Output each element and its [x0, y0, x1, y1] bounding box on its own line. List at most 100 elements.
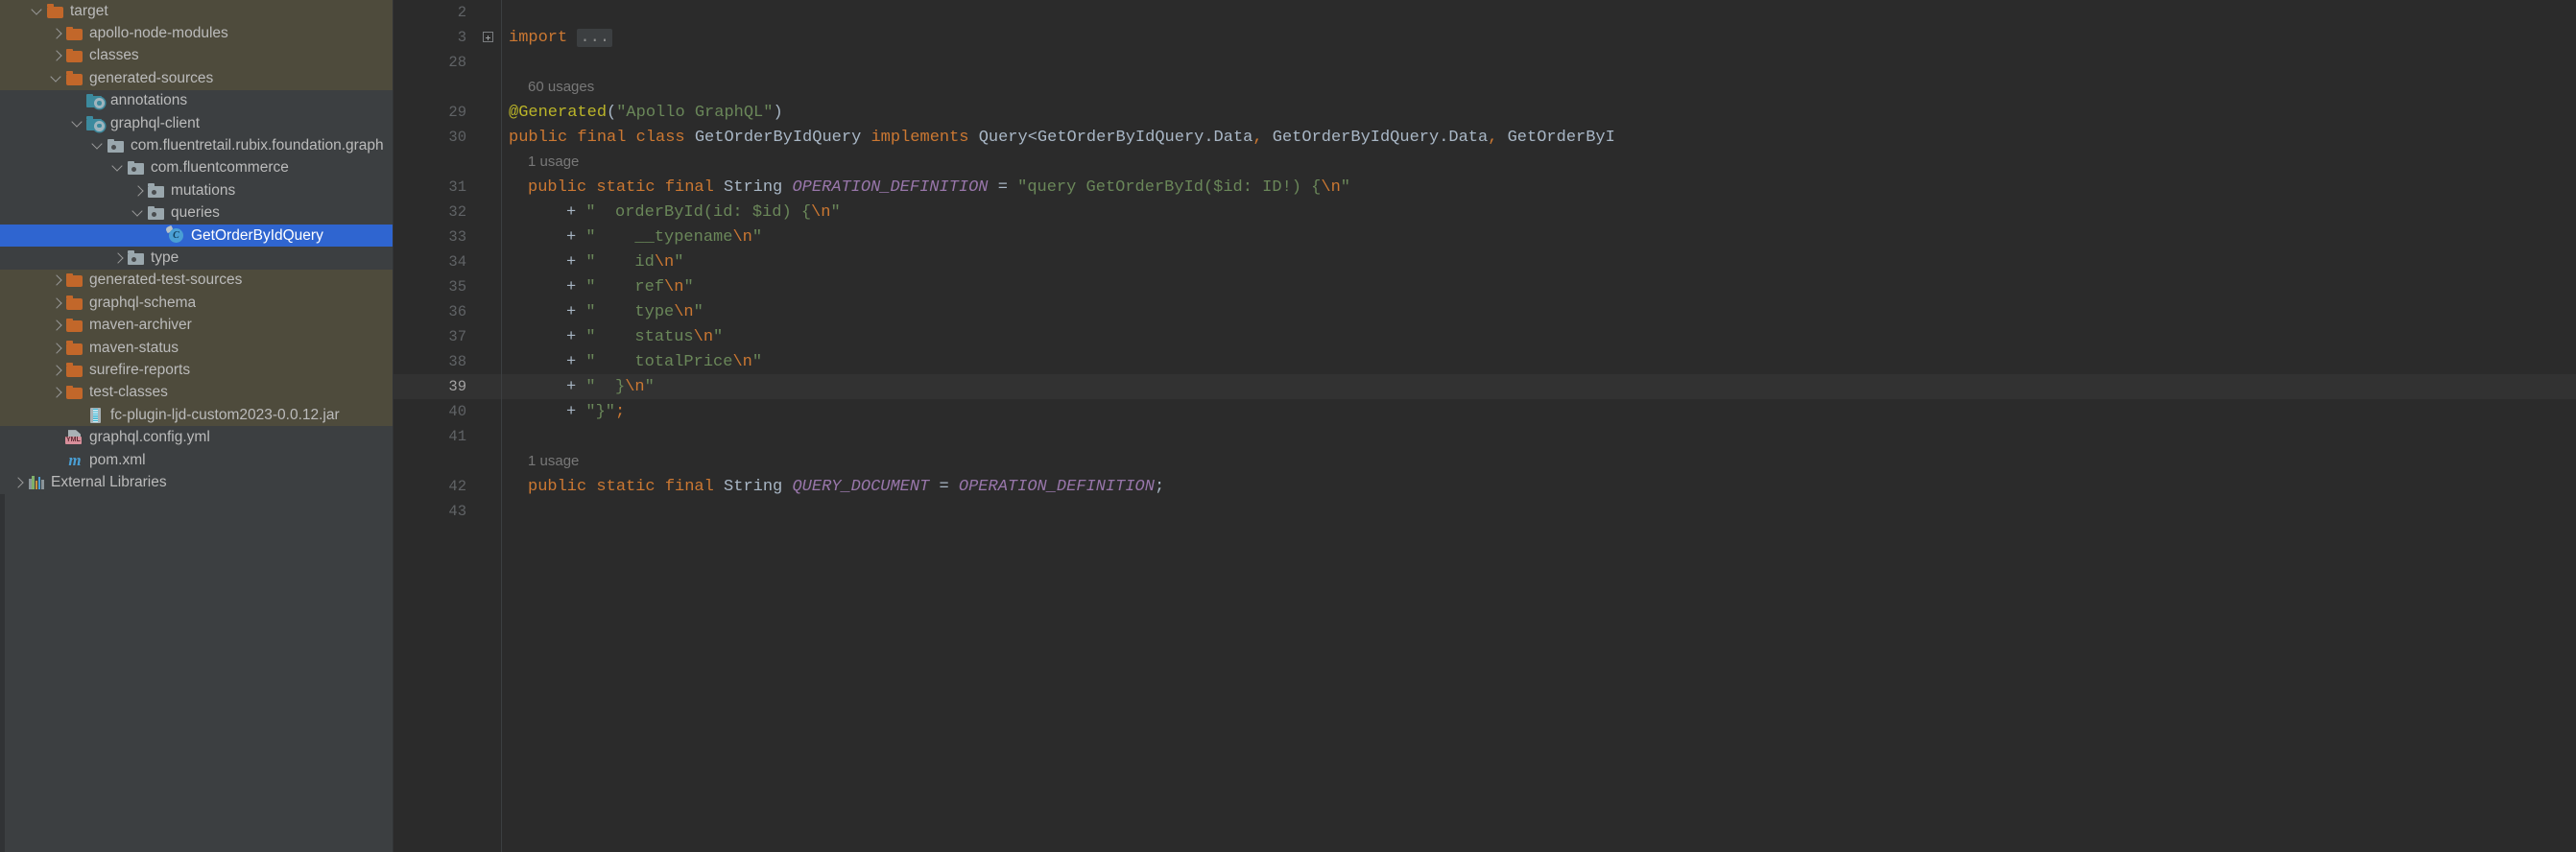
code-token: \n — [674, 303, 693, 321]
code-editor[interactable]: 23import ...28 60 usages 29@Generated("Apo… — [394, 0, 2576, 852]
code-line[interactable]: 33+ " __typename\n" — [394, 225, 2576, 249]
code-line[interactable]: 39 + " }\n" — [394, 374, 2576, 399]
tree-row[interactable]: fc-plugin-ljd-custom2023-0.0.12.jar — [0, 404, 394, 426]
code-line[interactable]: 34+ " id\n" — [394, 249, 2576, 274]
code-text: 1 usage — [501, 154, 2576, 172]
project-tree[interactable]: targetapollo-node-modulesclassesgenerate… — [0, 0, 394, 494]
tree-item-label: queries — [171, 204, 220, 222]
chevron-down-icon[interactable] — [109, 159, 127, 177]
code-line[interactable]: 37+ " status\n" — [394, 324, 2576, 349]
package-icon — [127, 249, 146, 267]
code-line[interactable]: 36+ " type\n" — [394, 299, 2576, 324]
tree-row[interactable]: CGetOrderByIdQuery — [0, 225, 394, 247]
code-token: + — [566, 353, 585, 371]
chevron-right-icon[interactable] — [48, 25, 65, 42]
tree-row[interactable]: target — [0, 0, 394, 22]
code-token: ; — [615, 403, 625, 421]
code-line[interactable]: 32+ " orderById(id: $id) {\n" — [394, 200, 2576, 225]
code-token: public static final — [528, 478, 724, 496]
tree-row[interactable]: generated-test-sources — [0, 270, 394, 292]
code-line[interactable]: 40+ "}"; — [394, 399, 2576, 424]
chevron-right-icon[interactable] — [109, 249, 127, 267]
chevron-down-icon[interactable] — [48, 70, 65, 87]
code-lines[interactable]: 23import ...28 60 usages 29@Generated("Apo… — [394, 0, 2576, 524]
code-line[interactable]: 28 — [394, 50, 2576, 75]
tree-row[interactable]: type — [0, 247, 394, 269]
chevron-right-icon[interactable] — [48, 362, 65, 379]
code-line[interactable]: 35+ " ref\n" — [394, 274, 2576, 299]
chevron-right-icon[interactable] — [130, 182, 147, 200]
chevron-down-icon[interactable] — [89, 137, 107, 154]
library-bar — [38, 477, 41, 489]
project-tool-window[interactable]: targetapollo-node-modulesclassesgenerate… — [0, 0, 394, 852]
tree-row[interactable]: com.fluentretail.rubix.foundation.graph — [0, 134, 394, 156]
code-token: GetOrderByIdQuery — [695, 129, 871, 147]
code-token: + — [566, 203, 585, 222]
line-number: 39 — [394, 378, 480, 395]
code-line[interactable]: 31public static final String OPERATION_D… — [394, 175, 2576, 200]
tree-row[interactable]: maven-archiver — [0, 314, 394, 336]
tree-row[interactable]: com.fluentcommerce — [0, 157, 394, 179]
tree-row[interactable]: classes — [0, 45, 394, 67]
chevron-right-icon[interactable] — [48, 272, 65, 289]
code-text: @Generated("Apollo GraphQL") — [501, 104, 2576, 122]
code-line[interactable]: 3import ... — [394, 25, 2576, 50]
usage-hint-line[interactable]: 60 usages — [394, 75, 2576, 100]
tree-row[interactable]: generated-sources — [0, 67, 394, 89]
chevron-right-icon[interactable] — [48, 295, 65, 312]
code-line[interactable]: 38+ " totalPrice\n" — [394, 349, 2576, 374]
jar-icon — [86, 407, 106, 424]
fold-spacer — [480, 200, 501, 225]
fold-expand-icon[interactable] — [480, 25, 501, 50]
usage-hint-line[interactable]: 1 usage — [394, 150, 2576, 175]
code-text: + " }\n" — [501, 378, 2576, 396]
fold-spacer — [480, 299, 501, 324]
tree-row[interactable]: surefire-reports — [0, 359, 394, 381]
tree-row[interactable]: apollo-node-modules — [0, 22, 394, 44]
code-token: implements — [871, 129, 978, 147]
library-bar — [36, 481, 38, 489]
chevron-right-icon[interactable] — [48, 47, 65, 64]
code-token: GetOrderByI — [1497, 129, 1614, 147]
tree-row[interactable]: mpom.xml — [0, 449, 394, 471]
fold-box[interactable] — [483, 32, 493, 42]
usage-count[interactable]: 60 usages — [528, 79, 594, 95]
chevron-right-icon[interactable] — [48, 340, 65, 357]
usage-count[interactable]: 1 usage — [528, 154, 579, 170]
fold-spacer — [480, 0, 501, 25]
code-line[interactable]: 42public static final String QUERY_DOCUM… — [394, 474, 2576, 499]
code-token: " — [674, 253, 683, 272]
chevron-right-icon[interactable] — [48, 384, 65, 401]
tree-row[interactable]: External Libraries — [0, 471, 394, 493]
code-token: + — [566, 328, 585, 346]
tree-row[interactable]: YMLgraphql.config.yml — [0, 426, 394, 448]
code-line[interactable]: 30public final class GetOrderByIdQuery i… — [394, 125, 2576, 150]
tree-row[interactable]: graphql-schema — [0, 292, 394, 314]
chevron-right-icon[interactable] — [10, 474, 27, 491]
code-text: public static final String QUERY_DOCUMEN… — [501, 478, 2576, 496]
tree-row[interactable]: queries — [0, 202, 394, 225]
code-line[interactable]: 2 — [394, 0, 2576, 25]
chevron-down-icon[interactable] — [29, 3, 46, 20]
chevron-down-icon[interactable] — [69, 115, 86, 132]
tree-row[interactable]: annotations — [0, 90, 394, 112]
chevron-right-icon[interactable] — [48, 317, 65, 334]
code-line[interactable]: 41 — [394, 424, 2576, 449]
chevron-down-icon[interactable] — [130, 204, 147, 222]
code-line[interactable]: 29@Generated("Apollo GraphQL") — [394, 100, 2576, 125]
code-token: ; — [1155, 478, 1164, 496]
code-token: + — [566, 403, 585, 421]
line-number: 30 — [394, 129, 480, 146]
tree-item-label: maven-status — [89, 340, 179, 357]
fold-spacer — [480, 249, 501, 274]
code-token: @Generated — [509, 104, 607, 122]
usage-count[interactable]: 1 usage — [528, 453, 579, 469]
tree-row[interactable]: maven-status — [0, 337, 394, 359]
tree-item-label: com.fluentretail.rubix.foundation.graph — [131, 137, 384, 154]
usage-hint-line[interactable]: 1 usage — [394, 449, 2576, 474]
tree-row[interactable]: graphql-client — [0, 112, 394, 134]
tree-row[interactable]: test-classes — [0, 382, 394, 404]
folder-icon — [65, 362, 84, 379]
tree-row[interactable]: mutations — [0, 179, 394, 201]
code-line[interactable]: 43 — [394, 499, 2576, 524]
